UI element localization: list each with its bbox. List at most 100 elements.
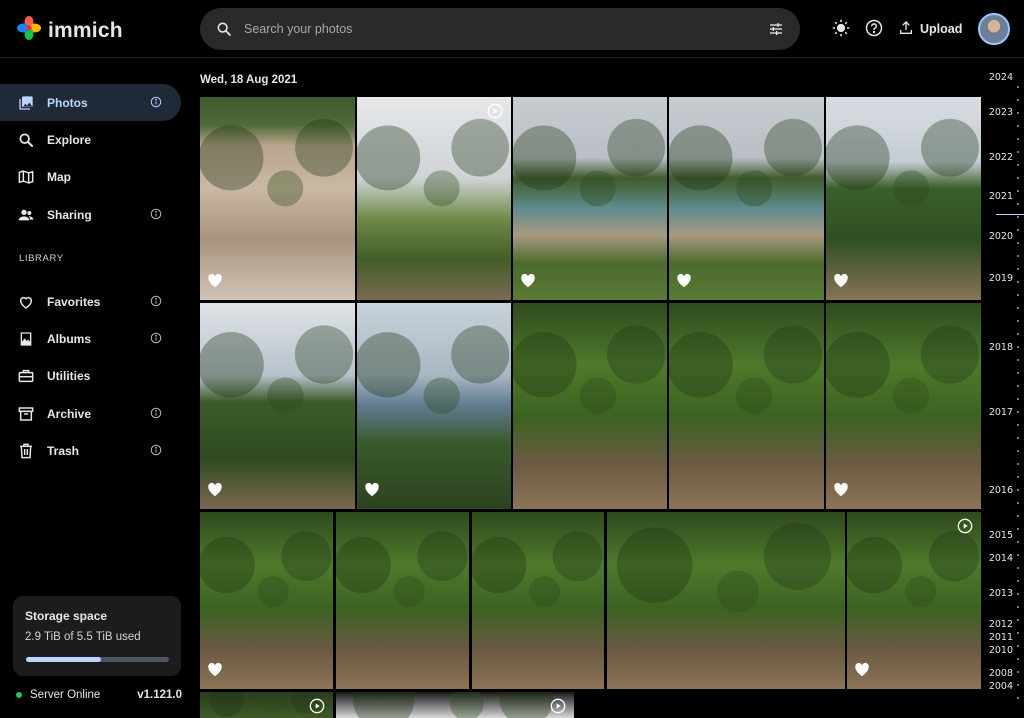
sidebar-item-explore[interactable]: Explore <box>0 121 181 158</box>
photo-thumbnail[interactable] <box>200 692 333 718</box>
timeline-year-label[interactable]: 2023 <box>989 107 1013 118</box>
photo-thumbnail[interactable] <box>357 97 511 300</box>
photo-thumbnail[interactable] <box>336 692 574 718</box>
timeline-scrubber[interactable]: 2024 2023 2022 2021 2020 2019 2018 2017 2016 2015… <box>982 58 1024 718</box>
photo-thumbnail[interactable] <box>607 512 845 689</box>
timeline-tick <box>1017 554 1019 556</box>
timeline-year-label[interactable]: 2014 <box>989 553 1013 564</box>
storage-title: Storage space <box>25 609 108 623</box>
favorite-heart-icon <box>207 482 223 502</box>
sidebar-item-label: Photos <box>47 95 88 110</box>
timeline-tick <box>1017 294 1019 296</box>
timeline-year-label[interactable]: 2020 <box>989 231 1013 242</box>
info-icon[interactable] <box>150 208 162 223</box>
photo-thumbnail[interactable] <box>513 97 667 300</box>
server-status-text: Server Online <box>30 689 101 701</box>
photo-thumbnail[interactable] <box>669 97 824 300</box>
sidebar-item-albums[interactable]: Albums <box>0 320 181 357</box>
timeline-tick <box>1017 229 1019 231</box>
server-version[interactable]: v1.121.0 <box>137 689 182 701</box>
sidebar-item-label: Albums <box>47 331 92 346</box>
sharing-icon <box>18 207 34 223</box>
timeline-year-label[interactable]: 2008 <box>989 668 1013 679</box>
timeline-year-label[interactable]: 2012 <box>989 619 1013 630</box>
timeline-tick <box>1017 151 1019 153</box>
timeline-tick <box>1017 541 1019 543</box>
favorite-heart-icon <box>207 662 223 682</box>
photo-thumbnail[interactable] <box>200 512 333 689</box>
theme-toggle-icon[interactable] <box>832 19 850 42</box>
info-icon[interactable] <box>150 332 162 347</box>
photo-thumbnail[interactable] <box>847 512 981 689</box>
help-icon[interactable] <box>865 19 883 42</box>
info-icon[interactable] <box>150 96 162 111</box>
user-avatar[interactable] <box>978 13 1010 45</box>
video-play-icon[interactable] <box>487 103 503 124</box>
search-icon[interactable] <box>216 21 232 42</box>
search-filter-icon[interactable] <box>768 21 784 42</box>
timeline-tick <box>1017 502 1019 504</box>
sidebar-item-map[interactable]: Map <box>0 158 181 195</box>
sidebar-item-photos[interactable]: Photos <box>0 84 181 121</box>
sidebar-item-favorites[interactable]: Favorites <box>0 283 181 320</box>
favorite-heart-icon <box>676 273 692 293</box>
trash-icon <box>18 443 34 459</box>
photo-thumbnail[interactable] <box>200 97 355 300</box>
sidebar-item-label: Archive <box>47 406 92 421</box>
photo-thumbnail[interactable] <box>826 303 981 509</box>
info-icon[interactable] <box>150 407 162 422</box>
timeline-tick <box>1017 489 1019 491</box>
app-name: immich <box>48 18 123 42</box>
sidebar-item-label: Sharing <box>47 207 92 222</box>
photo-thumbnail[interactable] <box>513 303 667 509</box>
photo-thumbnail[interactable] <box>826 97 981 300</box>
timeline-tick <box>1017 125 1019 127</box>
photo-thumbnail[interactable] <box>200 303 355 509</box>
timeline-year-label[interactable]: 2011 <box>989 632 1013 643</box>
photo-thumbnail[interactable] <box>472 512 604 689</box>
timeline-year-label[interactable]: 2016 <box>989 485 1013 496</box>
timeline-year-label[interactable]: 2010 <box>989 645 1013 656</box>
video-play-icon[interactable] <box>957 518 973 539</box>
timeline-tick <box>1017 671 1019 673</box>
sidebar-item-sharing[interactable]: Sharing <box>0 196 181 233</box>
timeline-year-label[interactable]: 2022 <box>989 152 1013 163</box>
timeline-tick <box>1017 424 1019 426</box>
timeline-tick <box>1017 333 1019 335</box>
timeline-year-label[interactable]: 2018 <box>989 342 1013 353</box>
timeline-year-label[interactable]: 2015 <box>989 530 1013 541</box>
timeline-tick <box>1017 359 1019 361</box>
storage-progress-fill <box>26 657 102 662</box>
archive-icon <box>18 406 34 422</box>
upload-button[interactable]: Upload <box>898 16 962 42</box>
sidebar-item-label: Explore <box>47 132 92 147</box>
sidebar: Photos Explore Map Sharing LIBRARY Favor… <box>0 58 192 718</box>
timeline-position-indicator[interactable] <box>996 214 1024 215</box>
timeline-tick <box>1017 567 1019 569</box>
sidebar-item-trash[interactable]: Trash <box>0 432 181 469</box>
app-logo[interactable]: immich <box>16 15 123 46</box>
photo-thumbnail[interactable] <box>669 303 824 509</box>
timeline-year-label[interactable]: 2013 <box>989 588 1013 599</box>
timeline-year-label[interactable]: 2017 <box>989 407 1013 418</box>
timeline-tick <box>1017 86 1019 88</box>
timeline-year-label[interactable]: 2024 <box>989 72 1013 83</box>
video-play-icon[interactable] <box>550 698 566 718</box>
timeline-year-label[interactable]: 2019 <box>989 273 1013 284</box>
search-input[interactable] <box>244 8 744 50</box>
photo-thumbnail[interactable] <box>336 512 469 689</box>
library-section-label: LIBRARY <box>19 253 64 264</box>
sidebar-item-utilities[interactable]: Utilities <box>0 357 181 394</box>
sidebar-item-archive[interactable]: Archive <box>0 395 181 432</box>
timeline-tick <box>1017 307 1019 309</box>
video-play-icon[interactable] <box>309 698 325 718</box>
favorite-heart-icon <box>364 482 380 502</box>
timeline-year-label[interactable]: 2021 <box>989 191 1013 202</box>
info-icon[interactable] <box>150 295 162 310</box>
info-icon[interactable] <box>150 444 162 459</box>
server-status: Server Online v1.121.0 <box>16 689 182 701</box>
search-bar[interactable] <box>200 8 800 50</box>
photo-thumbnail[interactable] <box>357 303 511 509</box>
favorite-heart-icon <box>833 273 849 293</box>
timeline-year-label[interactable]: 2004 <box>989 681 1013 692</box>
